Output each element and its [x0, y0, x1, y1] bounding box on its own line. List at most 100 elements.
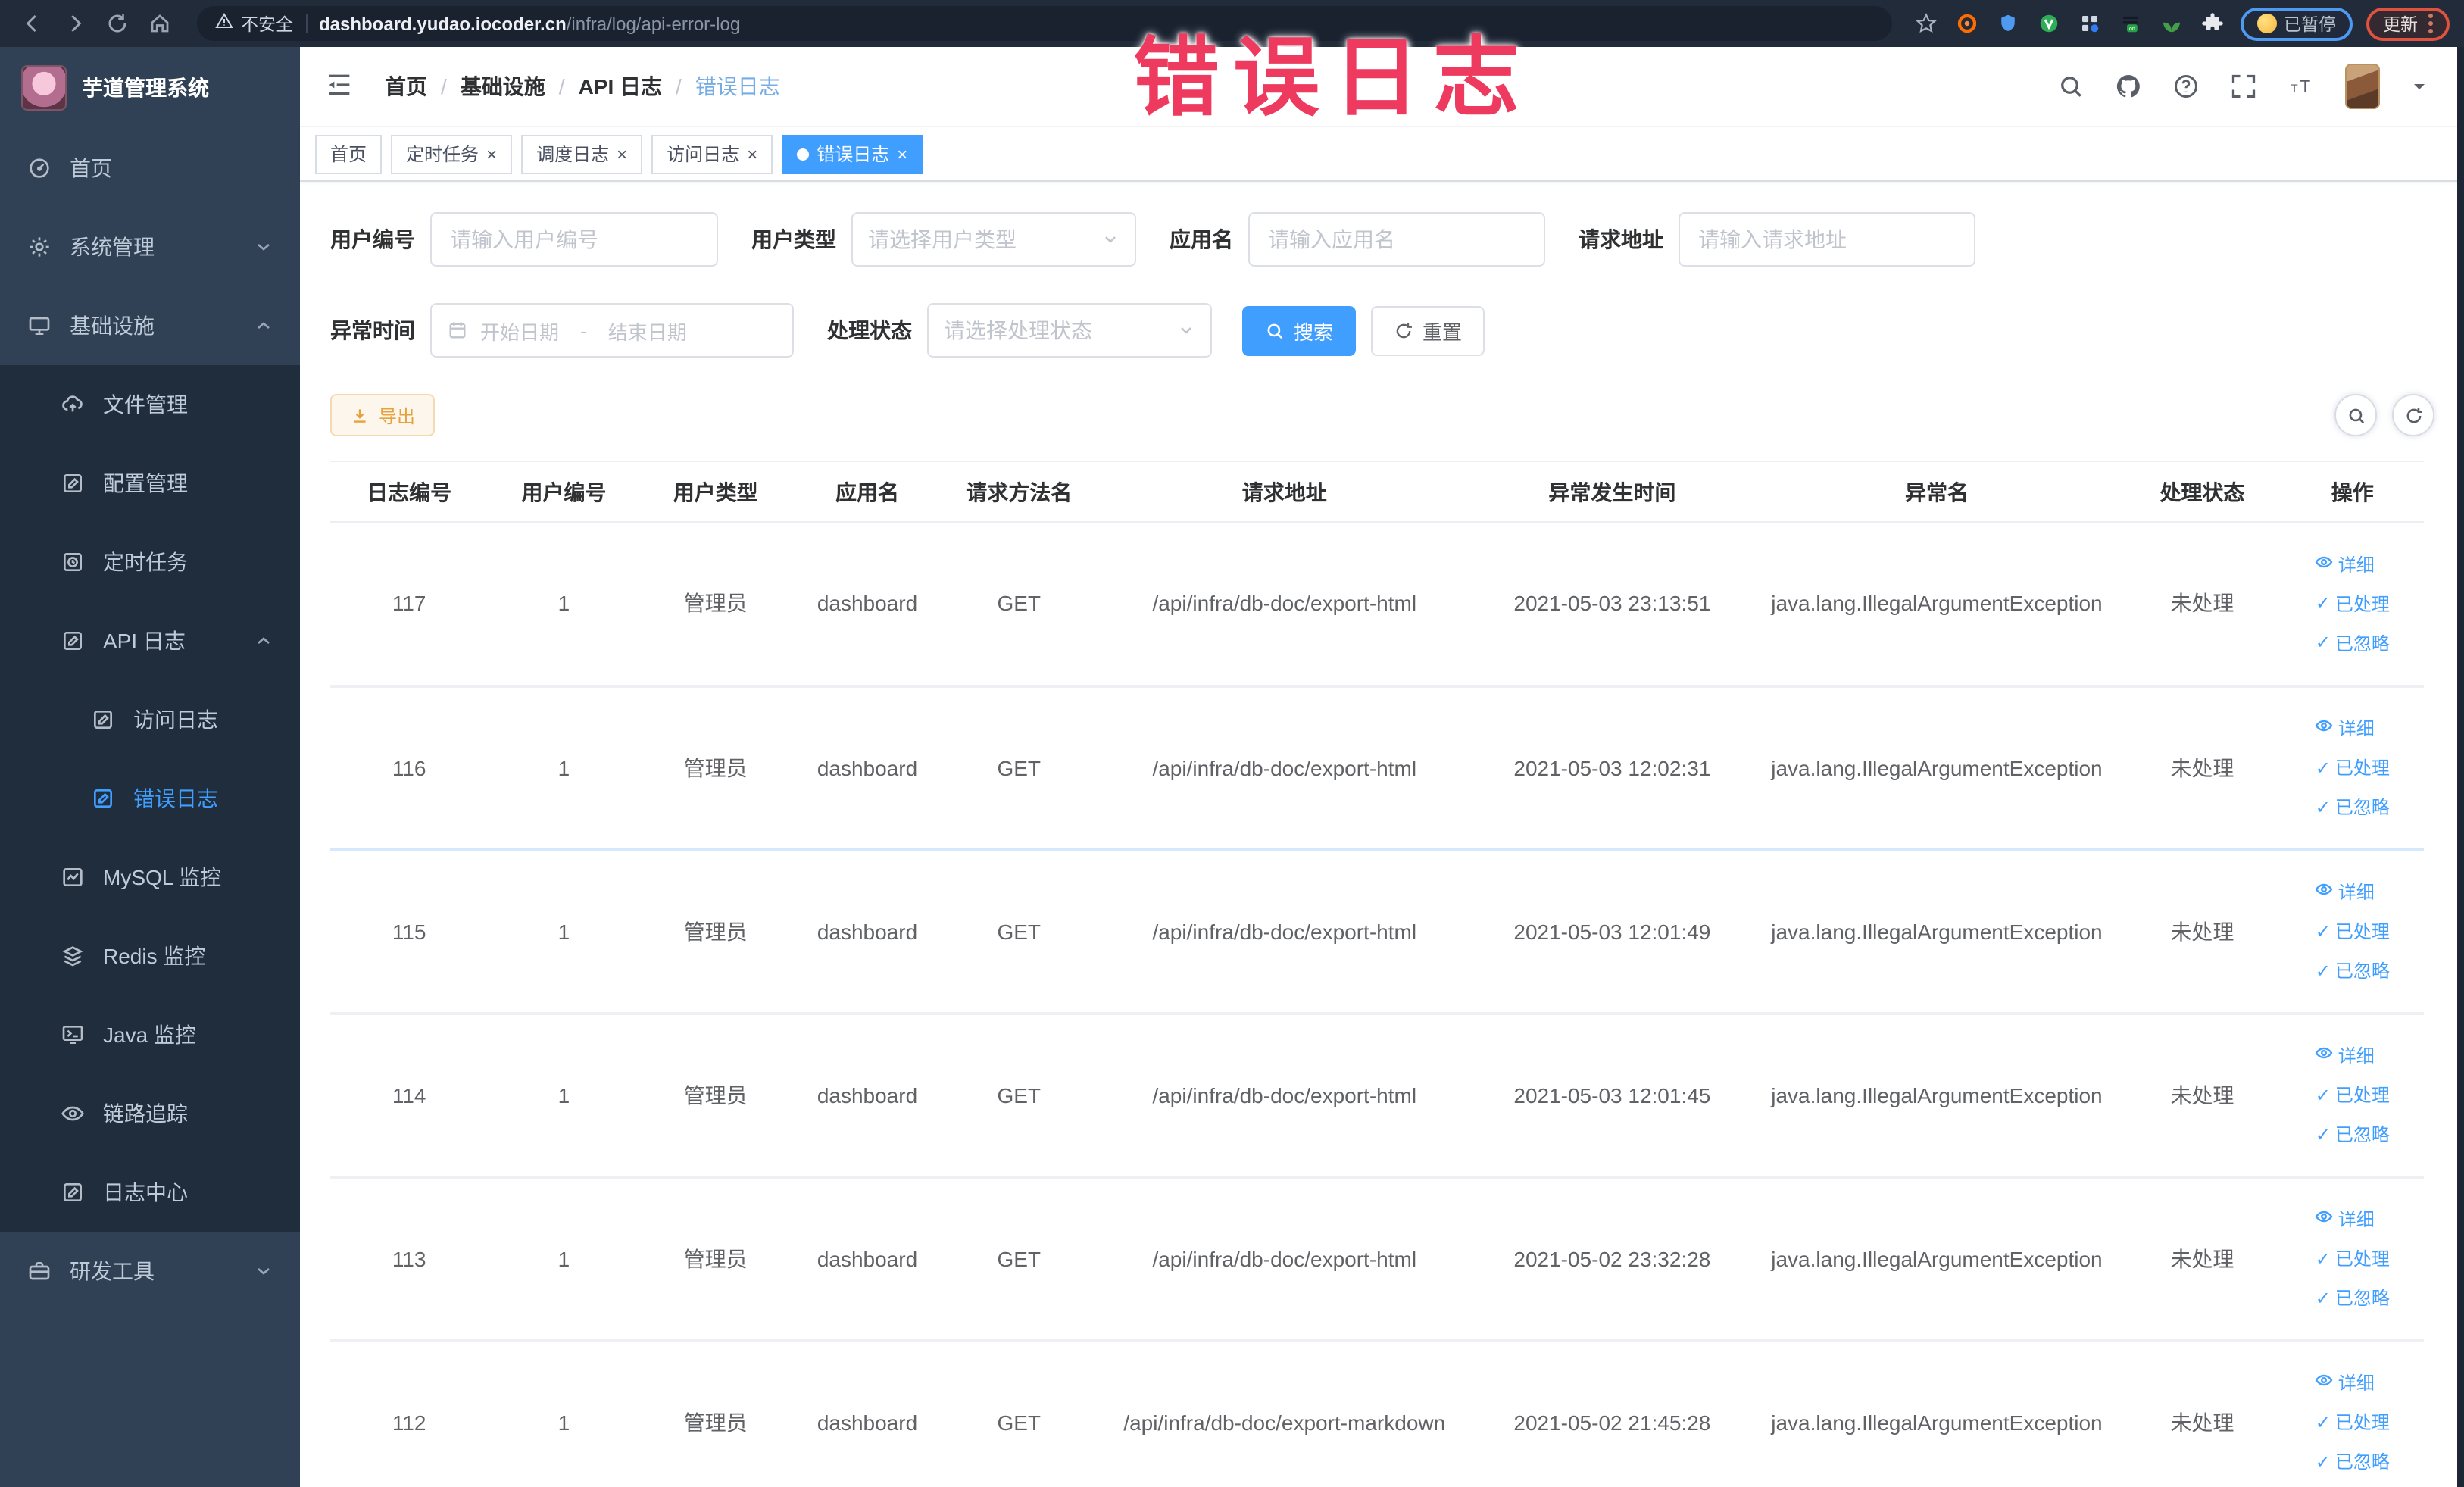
- sidebar-item-14[interactable]: 研发工具: [0, 1232, 300, 1310]
- search-icon[interactable]: [2057, 73, 2085, 100]
- ext-v-icon[interactable]: [2035, 10, 2063, 37]
- sidebar-item-10[interactable]: Redis 监控: [0, 917, 300, 995]
- monitor-icon: [27, 314, 52, 338]
- ignored-link[interactable]: ✓ 已忽略: [2316, 1285, 2390, 1310]
- menu-fold-icon[interactable]: [324, 70, 358, 103]
- sidebar-item-6[interactable]: API 日志: [0, 601, 300, 680]
- action-label: 已忽略: [2334, 797, 2390, 818]
- ignored-link[interactable]: ✓ 已忽略: [2316, 1121, 2390, 1147]
- tab-1[interactable]: 定时任务 ×: [391, 134, 513, 173]
- profile-paused-badge[interactable]: 已暂停: [2240, 7, 2353, 40]
- processed-link[interactable]: ✓ 已处理: [2316, 1409, 2390, 1435]
- url-path: /infra/log/api-error-log: [566, 13, 741, 34]
- ext-onoff-icon[interactable]: on: [2117, 10, 2144, 37]
- font-size-icon[interactable]: TT: [2288, 73, 2315, 100]
- sidebar-item-9[interactable]: MySQL 监控: [0, 838, 300, 917]
- sidebar-item-5[interactable]: 定时任务: [0, 523, 300, 601]
- cell-user_id: 1: [488, 1340, 640, 1487]
- sidebar-item-label: 链路追踪: [103, 1101, 188, 1126]
- search-button[interactable]: 搜索: [1242, 305, 1357, 355]
- forward-icon[interactable]: [58, 7, 91, 40]
- export-button[interactable]: 导出: [330, 394, 436, 436]
- sidebar-item-8[interactable]: 错误日志: [0, 759, 300, 838]
- browser-menu-icon[interactable]: [2428, 14, 2433, 33]
- ext-sprout-icon[interactable]: [2158, 10, 2185, 37]
- user-id-input[interactable]: [430, 212, 718, 267]
- processed-link[interactable]: ✓ 已处理: [2316, 1082, 2390, 1107]
- processed-link[interactable]: ✓ 已处理: [2316, 591, 2390, 617]
- cell-user_type: 管理员: [639, 1340, 792, 1487]
- request-url-input[interactable]: [1679, 212, 1975, 267]
- cell-user_id: 1: [488, 686, 640, 851]
- url-text[interactable]: dashboard.yudao.iocoder.cn/infra/log/api…: [319, 13, 740, 34]
- exception-time-range[interactable]: 开始日期 - 结束日期: [430, 303, 794, 358]
- ext-shield-icon[interactable]: [1994, 10, 2022, 37]
- extensions-puzzle-icon[interactable]: [2199, 10, 2226, 37]
- close-icon[interactable]: ×: [747, 145, 757, 163]
- cell-method: GET: [943, 522, 1095, 687]
- sidebar-item-7[interactable]: 访问日志: [0, 680, 300, 759]
- detail-link[interactable]: 详细: [2316, 1042, 2375, 1068]
- cell-log_id: 113: [330, 1176, 489, 1342]
- cell-exception: java.lang.IllegalArgumentException: [1750, 686, 2124, 851]
- reload-icon[interactable]: [100, 7, 133, 40]
- home-icon[interactable]: [142, 7, 176, 40]
- ignored-link[interactable]: ✓ 已忽略: [2316, 1448, 2390, 1474]
- breadcrumb-item-2[interactable]: API 日志: [579, 71, 662, 102]
- caret-down-icon[interactable]: [2410, 77, 2428, 95]
- app-name-input[interactable]: [1248, 212, 1545, 267]
- page-scrollbar[interactable]: [2457, 47, 2464, 1487]
- update-button[interactable]: 更新: [2366, 7, 2450, 40]
- ext-target-icon[interactable]: [1953, 10, 1981, 37]
- github-icon[interactable]: [2115, 73, 2142, 100]
- help-icon[interactable]: [2172, 73, 2200, 100]
- tab-2[interactable]: 调度日志 ×: [521, 134, 643, 173]
- processed-link[interactable]: ✓ 已处理: [2316, 754, 2390, 780]
- clock-square-icon: [61, 550, 85, 574]
- tab-3[interactable]: 访问日志 ×: [651, 134, 773, 173]
- detail-link[interactable]: 详细: [2316, 879, 2375, 904]
- sidebar-item-1[interactable]: 系统管理: [0, 208, 300, 286]
- breadcrumb-item-0[interactable]: 首页: [385, 71, 427, 102]
- sidebar-item-2[interactable]: 基础设施: [0, 286, 300, 365]
- ignored-link[interactable]: ✓ 已忽略: [2316, 957, 2390, 983]
- detail-link[interactable]: 详细: [2316, 1370, 2375, 1395]
- processed-link[interactable]: ✓ 已处理: [2316, 1245, 2390, 1271]
- detail-link[interactable]: 详细: [2316, 551, 2375, 577]
- refresh-table-button[interactable]: [2392, 394, 2434, 436]
- sidebar-item-11[interactable]: Java 监控: [0, 995, 300, 1074]
- sidebar-item-13[interactable]: 日志中心: [0, 1153, 300, 1232]
- sidebar-item-0[interactable]: 首页: [0, 129, 300, 208]
- ignored-link[interactable]: ✓ 已忽略: [2316, 630, 2390, 656]
- user-type-select[interactable]: 请选择用户类型: [851, 212, 1136, 267]
- tab-4[interactable]: 错误日志 ×: [782, 134, 923, 173]
- fullscreen-icon[interactable]: [2230, 73, 2257, 100]
- detail-link[interactable]: 详细: [2316, 1206, 2375, 1232]
- close-icon[interactable]: ×: [486, 145, 497, 163]
- security-status[interactable]: 不安全: [215, 11, 293, 36]
- ignored-link[interactable]: ✓ 已忽略: [2316, 794, 2390, 820]
- close-icon[interactable]: ×: [617, 145, 627, 163]
- breadcrumb-item-1[interactable]: 基础设施: [461, 71, 545, 102]
- toggle-search-button[interactable]: [2334, 394, 2377, 436]
- sidebar-item-label: 首页: [70, 156, 112, 180]
- tab-0[interactable]: 首页: [315, 134, 383, 173]
- cell-app: dashboard: [791, 522, 944, 687]
- reset-button[interactable]: 重置: [1371, 305, 1485, 355]
- processed-link[interactable]: ✓ 已处理: [2316, 918, 2390, 944]
- process-status-select[interactable]: 请选择处理状态: [927, 303, 1212, 358]
- bookmark-star-icon[interactable]: [1913, 10, 1940, 37]
- detail-link[interactable]: 详细: [2316, 715, 2375, 741]
- cell-user_type: 管理员: [639, 522, 792, 687]
- close-icon[interactable]: ×: [897, 145, 907, 163]
- address-bar[interactable]: 不安全 dashboard.yudao.iocoder.cn/infra/log…: [197, 6, 1891, 41]
- user-avatar[interactable]: [2345, 64, 2380, 109]
- edit-square-icon: [61, 629, 85, 653]
- sidebar-item-4[interactable]: 配置管理: [0, 444, 300, 523]
- ext-grid-icon[interactable]: [2076, 10, 2103, 37]
- sidebar-item-12[interactable]: 链路追踪: [0, 1074, 300, 1153]
- sidebar-item-3[interactable]: 文件管理: [0, 365, 300, 444]
- cell-log_id: 117: [330, 522, 489, 687]
- app-logo-row[interactable]: 芋道管理系统: [0, 47, 300, 129]
- back-icon[interactable]: [15, 7, 48, 40]
